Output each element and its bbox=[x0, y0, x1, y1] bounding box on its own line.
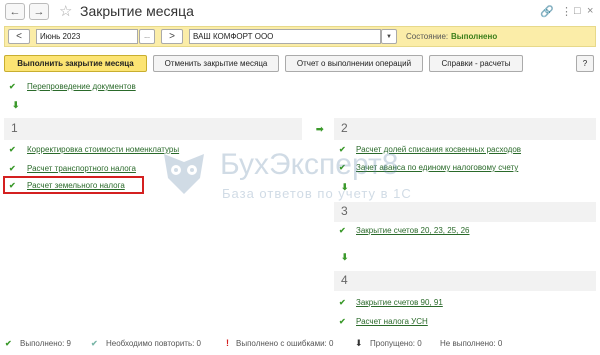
references-button[interactable]: Справки - расчеты bbox=[429, 55, 523, 72]
step-advance-offset-link[interactable]: Зачет аванса по единому налоговому счету bbox=[356, 163, 518, 172]
done-check-icon: ✔ bbox=[9, 181, 16, 190]
done-check-icon: ✔ bbox=[339, 298, 346, 307]
arrow-down-icon: ⬇ bbox=[341, 182, 349, 192]
group-1-number: 1 bbox=[11, 121, 18, 135]
step-cost-correction-link[interactable]: Корректировка стоимости номенклатуры bbox=[27, 145, 179, 154]
operations-report-button[interactable]: Отчет о выполнении операций bbox=[285, 55, 423, 72]
more-icon[interactable]: ⋮ bbox=[561, 5, 572, 18]
group-1-header bbox=[4, 118, 302, 140]
step-transport-tax-link[interactable]: Расчет транспортного налога bbox=[27, 164, 136, 173]
maximize-icon[interactable]: □ bbox=[574, 5, 581, 17]
group-4-header bbox=[334, 271, 596, 291]
step-land-tax-link[interactable]: Расчет земельного налога bbox=[27, 181, 125, 190]
close-icon[interactable]: × bbox=[587, 5, 593, 17]
month-select-button[interactable]: ... bbox=[139, 29, 155, 44]
footer-repeat: Необходимо повторить: 0 bbox=[106, 339, 202, 348]
cancel-closing-button[interactable]: Отменить закрытие месяца bbox=[153, 55, 279, 72]
error-icon: ! bbox=[226, 338, 229, 348]
step-reposting-link[interactable]: Перепроведение документов bbox=[27, 82, 136, 91]
arrow-left-icon: ← bbox=[9, 5, 21, 18]
favorite-star-icon[interactable]: ☆ bbox=[59, 2, 72, 20]
organization-dropdown-button[interactable]: ▼ bbox=[381, 29, 397, 44]
done-check-icon: ✔ bbox=[339, 145, 346, 154]
footer-skipped: Пропущено: 0 bbox=[370, 339, 422, 348]
done-check-icon: ✔ bbox=[9, 145, 16, 154]
forward-button[interactable]: → bbox=[29, 3, 49, 20]
month-field[interactable]: Июнь 2023 bbox=[36, 29, 138, 44]
owl-logo-icon bbox=[164, 154, 204, 194]
next-month-button[interactable]: > bbox=[161, 29, 183, 44]
group-2-header bbox=[334, 118, 596, 140]
skip-arrow-icon: ⬇ bbox=[355, 338, 363, 348]
organization-field[interactable]: ВАШ КОМФОРТ ООО bbox=[189, 29, 381, 44]
run-closing-button[interactable]: Выполнить закрытие месяца bbox=[4, 55, 147, 72]
period-panel: < Июнь 2023 ... > ВАШ КОМФОРТ ООО ▼ Сост… bbox=[4, 26, 596, 47]
group-3-number: 3 bbox=[341, 204, 348, 218]
arrow-right-icon: → bbox=[33, 5, 45, 18]
done-check-icon: ✔ bbox=[5, 339, 12, 348]
watermark-subtitle: База ответов по учету в 1С bbox=[222, 186, 412, 201]
arrow-right-icon: ➡ bbox=[316, 124, 324, 134]
chevron-down-icon: ▼ bbox=[386, 33, 392, 40]
back-button[interactable]: ← bbox=[5, 3, 25, 20]
help-button[interactable]: ? bbox=[576, 55, 594, 72]
step-indirect-costs-link[interactable]: Расчет долей списания косвенных расходов bbox=[356, 145, 521, 154]
footer-not-done: Не выполнено: 0 bbox=[440, 339, 503, 348]
step-close-20-26-link[interactable]: Закрытие счетов 20, 23, 25, 26 bbox=[356, 226, 469, 235]
done-check-icon: ✔ bbox=[9, 164, 16, 173]
footer-done: Выполнено: 9 bbox=[20, 339, 71, 348]
group-4-number: 4 bbox=[341, 273, 348, 287]
prev-month-button[interactable]: < bbox=[8, 29, 30, 44]
repeat-check-icon: ✔ bbox=[91, 339, 98, 348]
status-label: Состояние: bbox=[406, 32, 449, 41]
footer-errors: Выполнено с ошибками: 0 bbox=[236, 339, 334, 348]
step-close-90-91-link[interactable]: Закрытие счетов 90, 91 bbox=[356, 298, 443, 307]
done-check-icon: ✔ bbox=[9, 82, 16, 91]
status-value: Выполнено bbox=[451, 32, 498, 41]
done-check-icon: ✔ bbox=[339, 317, 346, 326]
done-check-icon: ✔ bbox=[339, 163, 346, 172]
arrow-down-icon: ⬇ bbox=[341, 252, 349, 262]
group-2-number: 2 bbox=[341, 121, 348, 135]
link-icon[interactable]: 🔗 bbox=[540, 5, 554, 18]
step-usn-tax-link[interactable]: Расчет налога УСН bbox=[356, 317, 428, 326]
arrow-down-icon: ⬇ bbox=[12, 100, 20, 110]
done-check-icon: ✔ bbox=[339, 226, 346, 235]
window-title: Закрытие месяца bbox=[80, 3, 194, 19]
group-3-header bbox=[334, 202, 596, 222]
